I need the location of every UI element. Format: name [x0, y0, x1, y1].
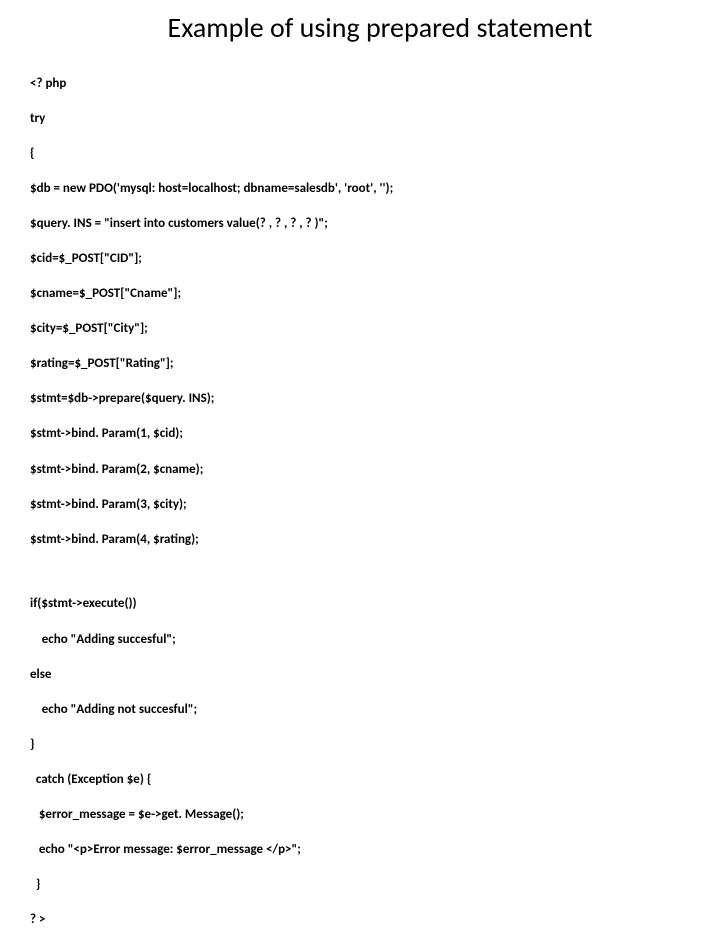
code-line: echo "<p>Error message: $error_message <…	[30, 841, 690, 859]
code-line: echo "Adding succesful";	[30, 631, 690, 649]
code-line: if($stmt->execute())	[30, 595, 690, 613]
code-line: <? php	[30, 75, 690, 93]
code-line: $rating=$_POST["Rating"];	[30, 355, 690, 373]
code-line: else	[30, 666, 690, 684]
code-line: }	[30, 876, 690, 894]
code-line: $stmt=$db->prepare($query. INS);	[30, 390, 690, 408]
code-line: {	[30, 145, 690, 163]
code-line: $error_message = $e->get. Message();	[30, 806, 690, 824]
code-line: catch (Exception $e) {	[30, 771, 690, 789]
code-line: $db = new PDO('mysql: host=localhost; db…	[30, 180, 690, 198]
code-line: $stmt->bind. Param(3, $city);	[30, 496, 690, 514]
code-line: try	[30, 110, 690, 128]
code-line: $stmt->bind. Param(2, $cname);	[30, 461, 690, 479]
code-line: echo "Adding not succesful";	[30, 701, 690, 719]
code-line: $city=$_POST["City"];	[30, 320, 690, 338]
slide-title: Example of using prepared statement	[70, 10, 690, 45]
code-line: $stmt->bind. Param(1, $cid);	[30, 425, 690, 443]
code-example: <? php try { $db = new PDO('mysql: host=…	[30, 57, 690, 946]
code-line: ? >	[30, 911, 690, 929]
code-line: $cid=$_POST["CID"];	[30, 250, 690, 268]
code-line: $query. INS = "insert into customers val…	[30, 215, 690, 233]
code-line: }	[30, 736, 690, 754]
code-line: $cname=$_POST["Cname"];	[30, 285, 690, 303]
